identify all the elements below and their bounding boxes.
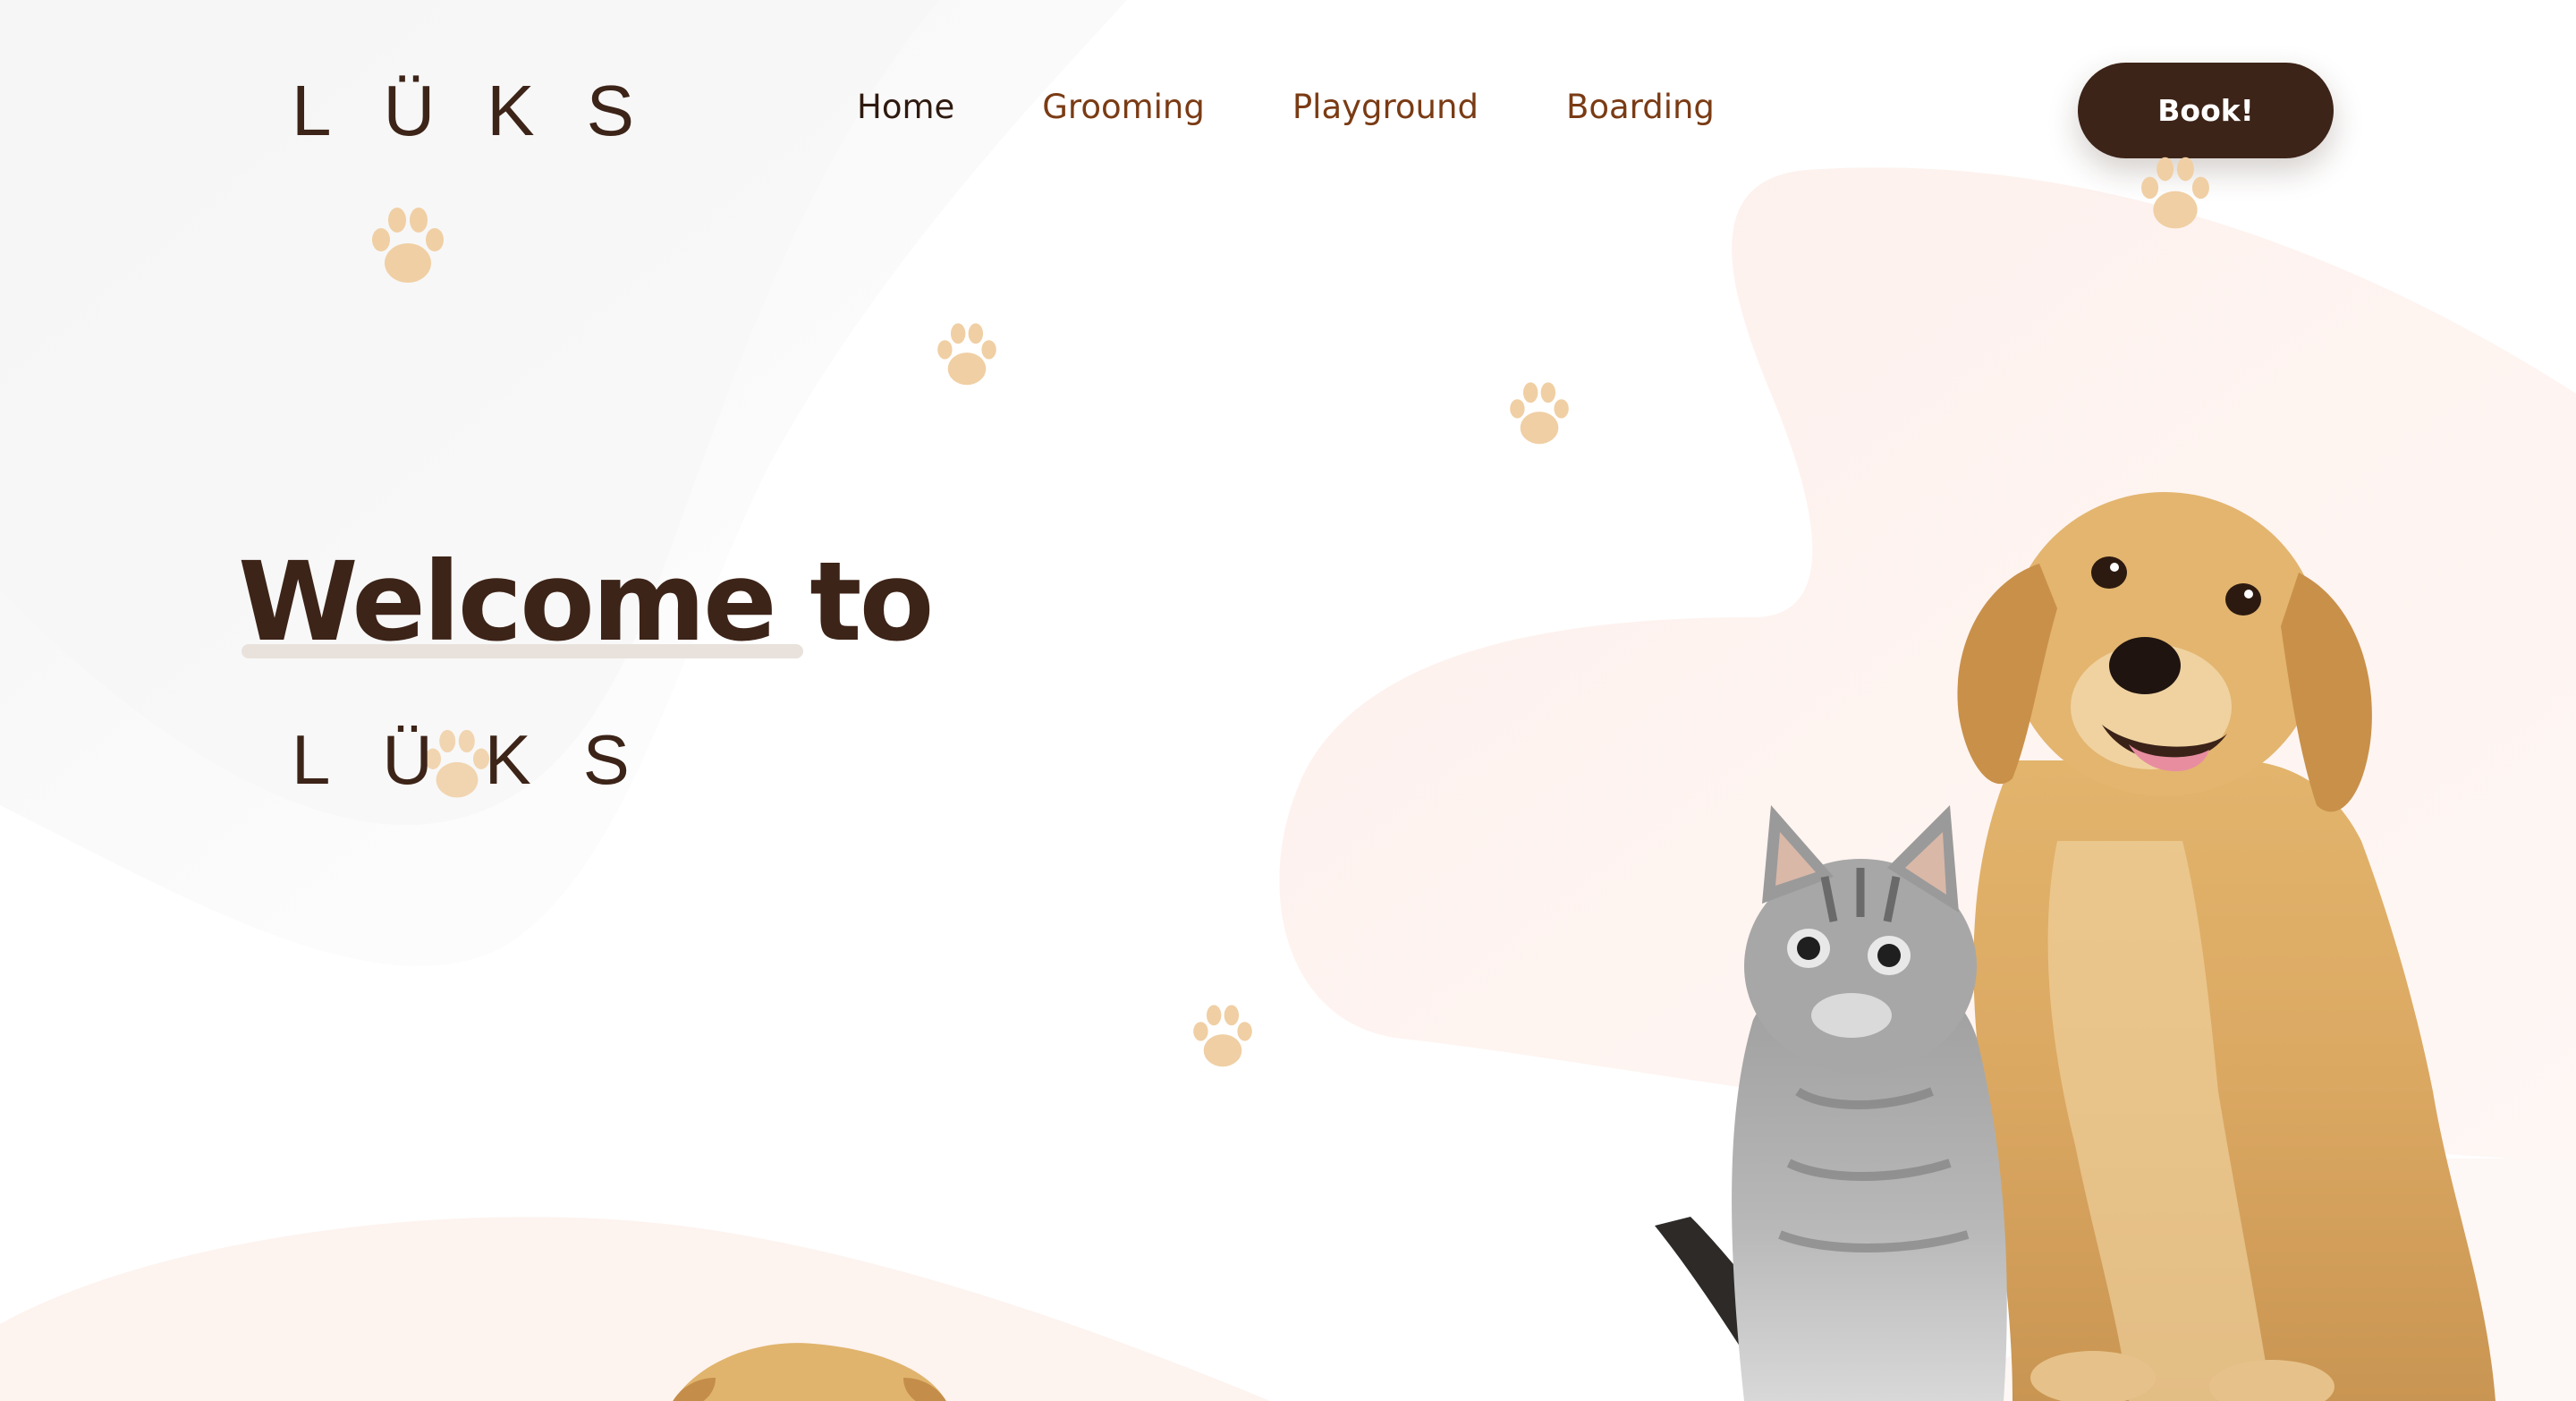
pets-illustration bbox=[1655, 492, 2496, 1401]
nav-playground[interactable]: Playground bbox=[1292, 88, 1479, 126]
kitten-image bbox=[1655, 805, 2007, 1401]
main-nav: Home Grooming Playground Boarding bbox=[857, 88, 1715, 126]
brand-logo[interactable]: LÜKS bbox=[292, 75, 686, 147]
nav-boarding[interactable]: Boarding bbox=[1566, 88, 1715, 126]
paw-icon bbox=[937, 323, 996, 386]
puppy-image bbox=[1957, 492, 2496, 1401]
paw-icon bbox=[2141, 157, 2209, 229]
hero-brand-logo: LÜKS bbox=[292, 720, 682, 799]
landing-page: LÜKS Home Grooming Playground Boarding B… bbox=[0, 0, 2576, 1401]
bottom-puppy-image bbox=[673, 1343, 946, 1401]
hero-title: Welcome to bbox=[238, 539, 934, 666]
paw-icon bbox=[1510, 382, 1569, 445]
nav-home[interactable]: Home bbox=[857, 88, 954, 126]
book-button[interactable]: Book! bbox=[2078, 63, 2334, 158]
paw-icon bbox=[1193, 1005, 1252, 1067]
paw-icon bbox=[372, 208, 444, 283]
nav-grooming[interactable]: Grooming bbox=[1042, 88, 1205, 126]
